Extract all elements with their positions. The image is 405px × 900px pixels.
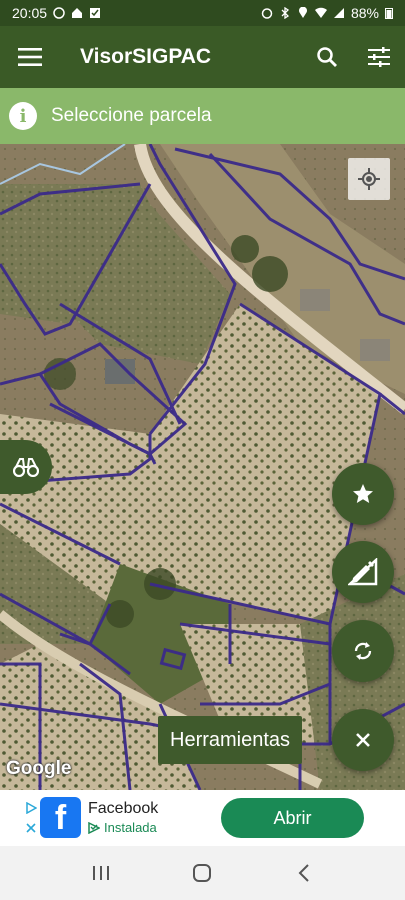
status-time: 20:05 (12, 5, 48, 21)
bluetooth-icon (281, 7, 289, 19)
refresh-button[interactable] (332, 620, 394, 682)
app-bar: VisorSIGPAC (0, 26, 405, 88)
edit-ruler-icon (348, 558, 378, 586)
menu-button[interactable] (0, 26, 60, 88)
recents-button[interactable] (81, 853, 121, 893)
info-icon: i (9, 102, 37, 130)
explore-button[interactable] (0, 440, 52, 494)
whatsapp-icon (53, 7, 65, 19)
ad-info-icon (26, 802, 37, 814)
wifi-icon (314, 7, 327, 18)
ad-choices[interactable] (24, 802, 38, 834)
home-circle-icon (193, 864, 212, 882)
map-attribution: Google (6, 758, 72, 779)
close-tools-button[interactable] (332, 709, 394, 771)
ad-banner[interactable]: f Facebook Instalada Abrir (0, 790, 405, 846)
filter-button[interactable] (353, 26, 405, 88)
ad-close-icon (26, 823, 36, 833)
alarm-icon (261, 8, 273, 19)
tools-label[interactable]: Herramientas (158, 716, 303, 764)
home-icon (72, 8, 83, 18)
play-store-icon (88, 821, 100, 834)
battery-level: 88% (350, 5, 379, 21)
status-bar: 20:05 88% (0, 0, 405, 26)
sync-icon (354, 642, 372, 660)
ad-open-button[interactable]: Abrir (221, 798, 364, 838)
search-button[interactable] (301, 26, 353, 88)
app-title: VisorSIGPAC (80, 45, 212, 68)
signal-icon (333, 8, 344, 18)
back-button[interactable] (284, 853, 324, 893)
satellite-imagery (0, 144, 405, 790)
system-nav-bar (0, 846, 405, 900)
battery-icon (385, 8, 393, 19)
favorites-button[interactable] (332, 463, 394, 525)
ad-title: Facebook (88, 800, 159, 817)
close-icon (356, 733, 370, 747)
tune-icon (368, 47, 390, 67)
info-message: Seleccione parcela (51, 105, 212, 126)
info-banner: i Seleccione parcela (0, 88, 405, 144)
measure-button[interactable] (332, 541, 394, 603)
search-icon (317, 47, 337, 67)
my-location-button[interactable] (348, 158, 390, 200)
recents-icon (92, 866, 109, 880)
map-view[interactable]: Herramientas Google (0, 144, 405, 790)
gps-icon (358, 168, 380, 190)
ad-subtitle: Instalada (104, 820, 157, 835)
star-icon (353, 484, 373, 503)
binoculars-icon (13, 458, 39, 477)
check-icon (90, 8, 101, 18)
home-button[interactable] (182, 853, 222, 893)
facebook-logo-icon: f (40, 797, 81, 838)
location-icon (298, 7, 307, 18)
menu-icon (18, 48, 42, 66)
back-icon (298, 864, 309, 882)
